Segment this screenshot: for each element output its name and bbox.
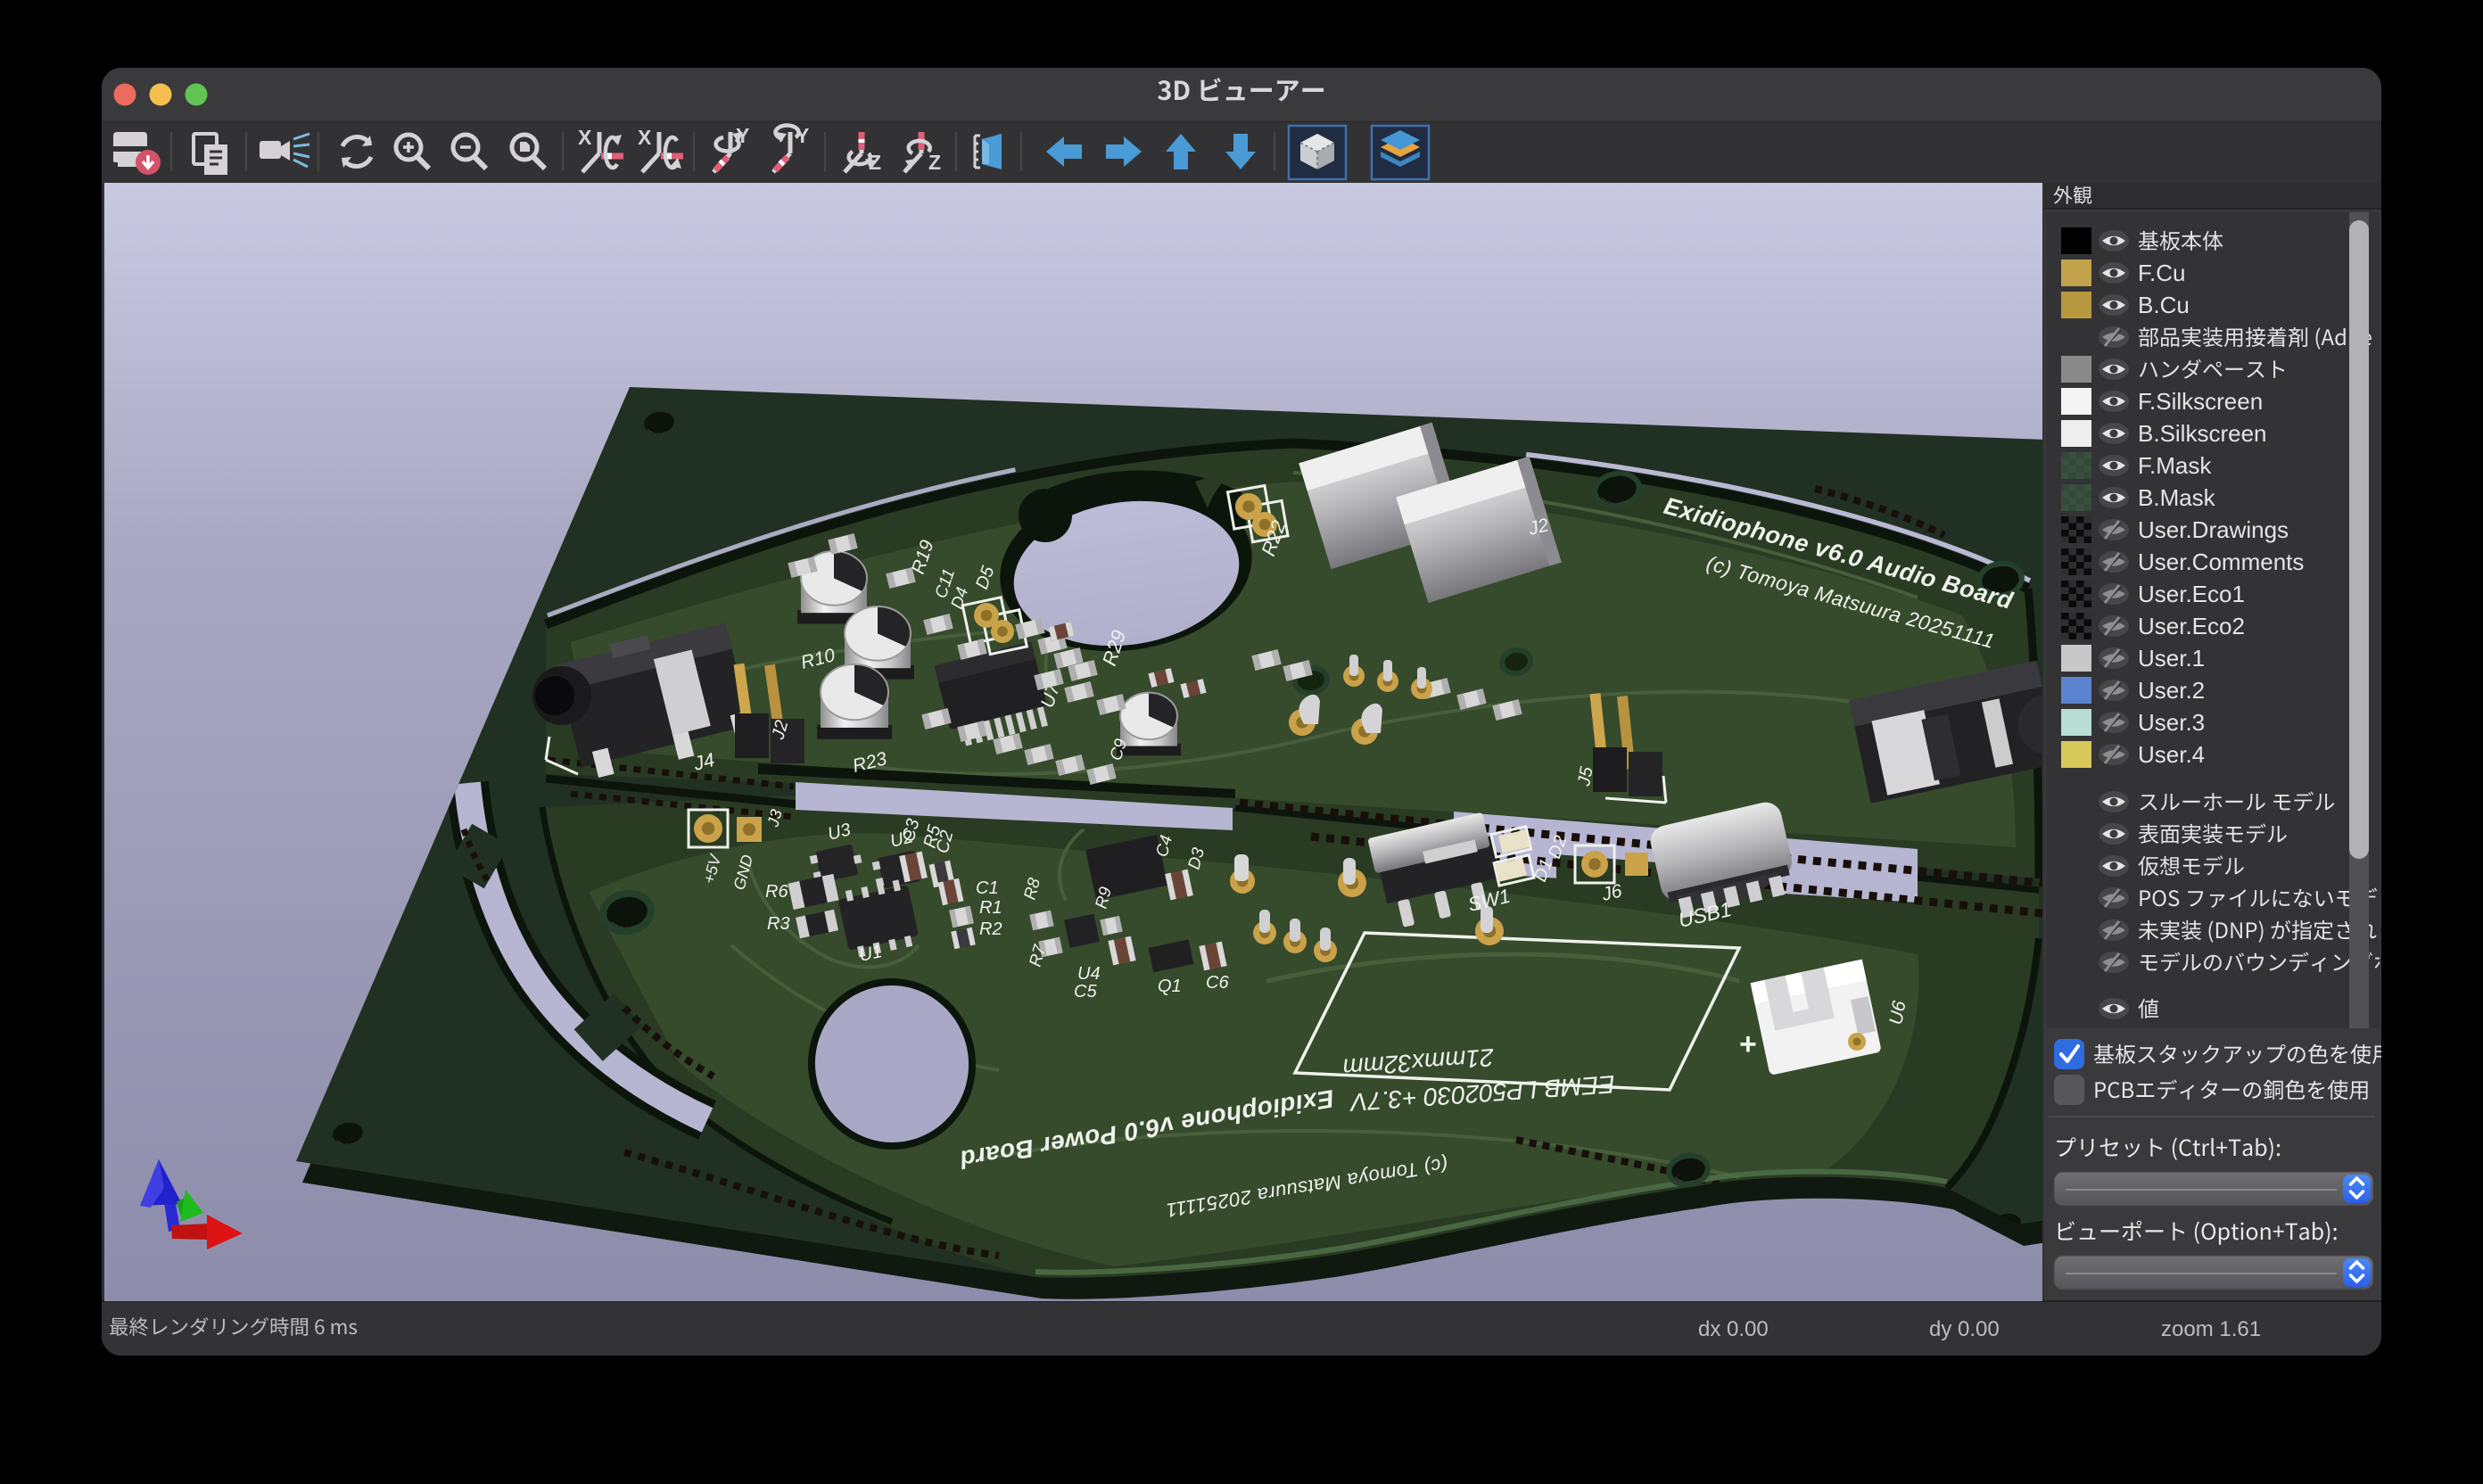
svg-text:+: +: [1739, 1027, 1757, 1061]
svg-text:F.Silkscreen: F.Silkscreen: [2138, 388, 2263, 415]
svg-text:zoom 1.61: zoom 1.61: [2161, 1317, 2261, 1341]
svg-text:B.Cu: B.Cu: [2138, 292, 2190, 318]
svg-text:C6: C6: [1206, 973, 1229, 993]
svg-text:Q1: Q1: [1158, 977, 1182, 996]
svg-text:B.Mask: B.Mask: [2138, 484, 2216, 511]
svg-text:R2: R2: [979, 919, 1002, 939]
svg-text:R1: R1: [979, 898, 1002, 918]
svg-text:Y: Y: [796, 124, 809, 147]
svg-text:R6: R6: [765, 882, 788, 902]
svg-text:U6: U6: [1885, 999, 1910, 1026]
svg-text:User.Eco1: User.Eco1: [2138, 581, 2245, 607]
svg-text:C1: C1: [976, 878, 999, 898]
svg-text:User.1: User.1: [2138, 645, 2205, 672]
svg-text:User.2: User.2: [2138, 677, 2205, 704]
svg-text:X: X: [638, 126, 652, 149]
svg-text:User.4: User.4: [2138, 741, 2205, 768]
svg-text:U4: U4: [1077, 964, 1101, 984]
svg-text:User.3: User.3: [2138, 709, 2205, 736]
svg-text:F.Mask: F.Mask: [2138, 452, 2212, 479]
svg-text:User.Drawings: User.Drawings: [2138, 516, 2289, 543]
svg-text:F.Cu: F.Cu: [2138, 260, 2185, 286]
svg-text:C5: C5: [1074, 982, 1097, 1002]
svg-text:X: X: [578, 126, 592, 149]
svg-text:dy 0.00: dy 0.00: [1929, 1317, 2000, 1341]
svg-text:User.Comments: User.Comments: [2138, 548, 2304, 575]
svg-text:Z: Z: [869, 151, 881, 174]
svg-text:R3: R3: [767, 914, 790, 934]
svg-text:User.Eco2: User.Eco2: [2138, 613, 2245, 639]
svg-text:dx 0.00: dx 0.00: [1698, 1317, 1769, 1341]
svg-text:B.Silkscreen: B.Silkscreen: [2138, 420, 2267, 447]
svg-text:Z: Z: [928, 151, 941, 174]
svg-text:Y: Y: [736, 124, 749, 147]
